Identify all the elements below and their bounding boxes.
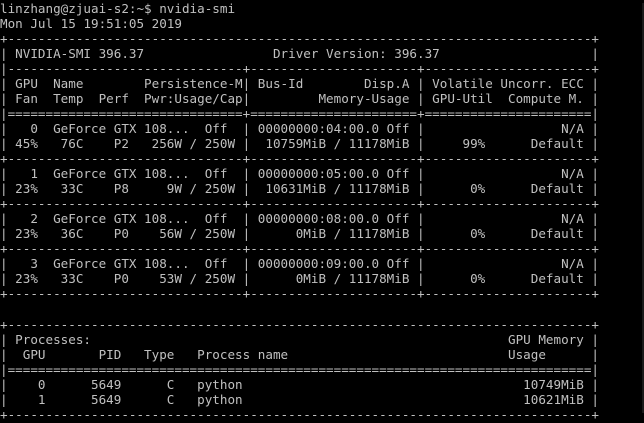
gpu-row-0-line-2: | 45% 76C P2 256W / 250W | 10759MiB / 11… <box>0 136 599 151</box>
column-header-line-2: | Fan Temp Perf Pwr:Usage/Cap| Memory-Us… <box>0 91 599 106</box>
gpu-row-2-separator: +-------------------------------+-------… <box>0 241 599 256</box>
gpu-row-2-line-1: | 2 GeForce GTX 108... Off | 00000000:08… <box>0 211 599 226</box>
gpu-row-3-line-1: | 3 GeForce GTX 108... Off | 00000000:09… <box>0 256 599 271</box>
gpu-row-3-separator: +-------------------------------+-------… <box>0 286 599 301</box>
table-border-mid: |-------------------------------+-------… <box>0 61 599 76</box>
gpu-row-1-separator: +-------------------------------+-------… <box>0 196 599 211</box>
processes-border-bottom: +---------------------------------------… <box>0 407 599 422</box>
gpu-row-0-separator: +-------------------------------+-------… <box>0 151 599 166</box>
shell-prompt-command: linzhang@zjuai-s2:~$ nvidia-smi <box>0 1 236 16</box>
gpu-row-1-line-1: | 1 GeForce GTX 108... Off | 00000000:05… <box>0 166 599 181</box>
gpu-row-2-line-2: | 23% 36C P0 56W / 250W | 0MiB / 11178Mi… <box>0 226 599 241</box>
processes-column-header: | GPU PID Type Process name Usage | <box>0 347 599 362</box>
process-row: | 1 5649 C python 10621MiB | <box>0 392 599 407</box>
gpu-row-1-line-2: | 23% 33C P8 9W / 250W | 10631MiB / 1117… <box>0 181 599 196</box>
table-border-top: +---------------------------------------… <box>0 31 599 46</box>
timestamp-line: Mon Jul 15 19:51:05 2019 <box>0 16 182 31</box>
column-header-line-1: | GPU Name Persistence-M| Bus-Id Disp.A … <box>0 76 599 91</box>
gpu-row-3-line-2: | 23% 33C P0 53W / 250W | 0MiB / 11178Mi… <box>0 271 599 286</box>
gpu-row-0-line-1: | 0 GeForce GTX 108... Off | 00000000:04… <box>0 121 599 136</box>
processes-title: | Processes: GPU Memory | <box>0 332 599 347</box>
terminal-window[interactable]: linzhang@zjuai-s2:~$ nvidia-smi Mon Jul … <box>0 0 644 423</box>
processes-border-top: +---------------------------------------… <box>0 317 599 332</box>
table-border-double: |===============================+=======… <box>0 106 599 121</box>
smi-version-line: | NVIDIA-SMI 396.37 Driver Version: 396.… <box>0 46 599 61</box>
process-row: | 0 5649 C python 10749MiB | <box>0 377 599 392</box>
processes-border-double: |=======================================… <box>0 362 599 377</box>
